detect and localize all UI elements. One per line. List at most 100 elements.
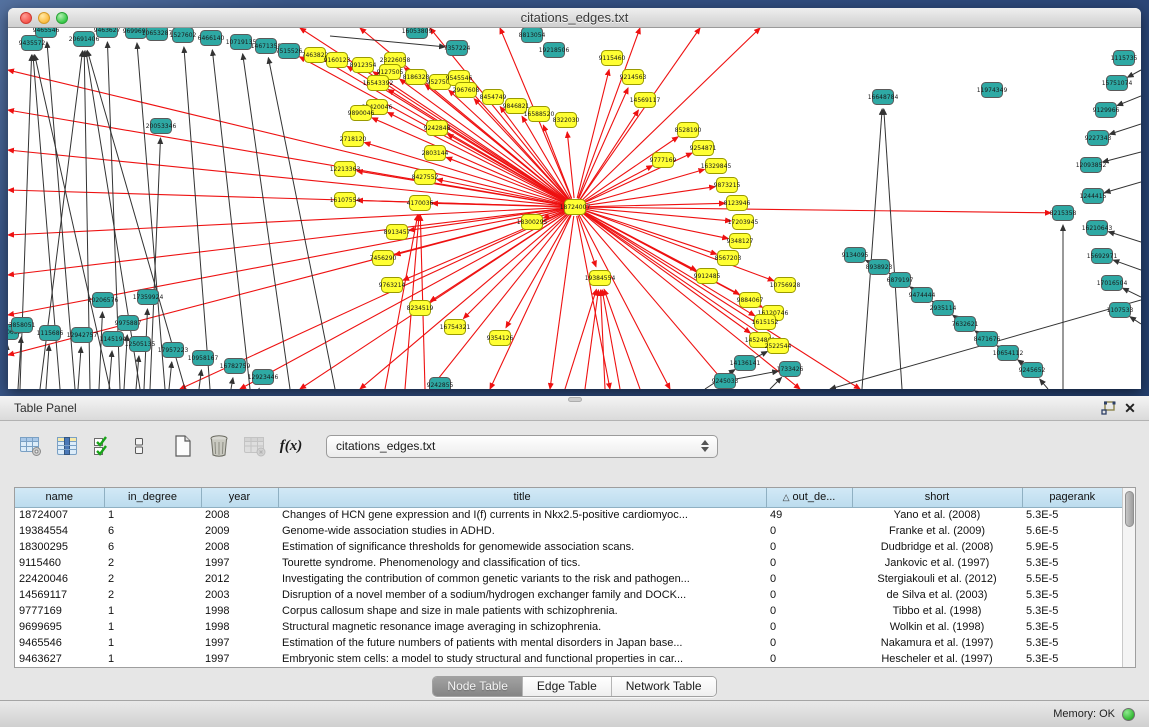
graph-node[interactable]: 9354126 [487,331,514,346]
table-settings-button[interactable] [16,432,46,460]
graph-node[interactable]: 8186328 [403,70,430,85]
graph-node[interactable]: 16754321 [440,320,471,335]
column-header-pagerank[interactable]: pagerank [1022,488,1122,507]
graph-node[interactable]: 16210643 [1082,221,1113,236]
graph-node[interactable]: 9160123 [324,53,351,68]
graph-node[interactable]: 9463627 [94,28,121,38]
graph-node[interactable]: 20053346 [146,119,177,134]
graph-node[interactable]: 9884067 [737,293,764,308]
graph-node[interactable]: 17359924 [133,290,164,305]
float-panel-icon[interactable] [1097,399,1119,417]
graph-node[interactable]: 19218506 [539,43,570,58]
graph-node[interactable]: 16648784 [868,90,899,105]
graph-node[interactable]: 1145194 [100,332,127,347]
close-panel-icon[interactable]: ✕ [1119,399,1141,417]
graph-node[interactable]: 15751074 [1102,76,1133,91]
graph-node[interactable]: 3858051 [9,318,36,333]
tab-edge-table[interactable]: Edge Table [522,677,611,696]
table-row[interactable]: 969969511998Structural magnetic resonanc… [15,619,1122,635]
graph-node[interactable]: 16329845 [701,159,732,174]
graph-node[interactable]: 8912354 [350,58,377,73]
graph-node[interactable]: 9777169 [650,153,677,168]
graph-node[interactable]: 9242855 [427,378,454,390]
graph-node[interactable]: 1244415 [1080,189,1107,204]
graph-node[interactable]: 8813054 [519,28,546,43]
table-row[interactable]: 911546021997Tourette syndrome. Phenomeno… [15,555,1122,571]
graph-node[interactable]: 7456290 [370,251,397,266]
select-rows-button[interactable] [88,432,118,460]
graph-node[interactable]: 1115686 [37,326,64,341]
graph-node[interactable]: 17203945 [728,215,759,230]
graph-node[interactable]: 1733426 [777,362,804,377]
row-height-button[interactable] [124,432,154,460]
graph-node[interactable]: 7357224 [444,41,471,56]
table-row[interactable]: 2242004622012Investigating the contribut… [15,571,1122,587]
graph-node[interactable]: 2522544 [765,339,792,354]
column-header-year[interactable]: year [201,488,278,507]
graph-node[interactable]: 8528190 [675,123,702,138]
graph-node[interactable]: 1527602 [170,28,197,43]
show-column-button[interactable] [52,432,82,460]
graph-node[interactable]: 9245033 [712,374,739,389]
network-canvas[interactable]: 1872400794355729465546206914069463627969… [8,28,1141,389]
graph-node[interactable]: 9254871 [690,141,717,156]
table-row[interactable]: 1456911722003Disruption of a novel membe… [15,587,1122,603]
graph-node[interactable]: 8322030 [553,113,580,128]
graph-node[interactable]: 16107554 [330,193,361,208]
graph-node[interactable]: 9474444 [909,288,936,303]
table-row[interactable]: 1830029562008Estimation of significance … [15,539,1122,555]
graph-node[interactable]: 9227343 [1085,131,1112,146]
graph-node[interactable]: 9129966 [1093,103,1120,118]
graph-node[interactable]: 8913457 [384,225,411,240]
graph-node[interactable]: 9912485 [694,269,721,284]
graph-node[interactable]: 9242848 [424,121,451,136]
graph-node[interactable]: 9890046 [348,106,375,121]
graph-node[interactable]: 16053809 [402,28,433,39]
network-view-window[interactable]: citations_edges.txt 18724007943557294655… [8,8,1141,389]
graph-node[interactable]: 8427552 [412,170,439,185]
graph-node[interactable]: 12213363 [330,162,361,177]
table-row[interactable]: 977716911998Corpus callosum shape and si… [15,603,1122,619]
graph-node[interactable]: 10653287 [142,28,173,41]
graph-node[interactable]: 12505135 [125,337,156,352]
table-scrollbar[interactable] [1122,488,1135,667]
graph-node[interactable]: 8123946 [724,196,751,211]
graph-node[interactable]: 11974349 [977,83,1008,98]
delete-table-button[interactable] [204,432,234,460]
network-window-titlebar[interactable]: citations_edges.txt [8,8,1141,28]
graph-node[interactable]: 6466140 [198,31,225,46]
graph-node[interactable]: 2935114 [930,301,957,316]
graph-node[interactable]: 9465546 [33,28,60,38]
graph-node[interactable]: 15692971 [1087,249,1118,264]
column-header-title[interactable]: title [278,488,766,507]
graph-node[interactable]: 4170036 [407,196,434,211]
graph-node[interactable]: 1115735 [1111,51,1138,66]
tab-network-table[interactable]: Network Table [611,677,716,696]
graph-node[interactable]: 8215358 [1050,206,1077,221]
table-scrollbar-thumb[interactable] [1125,491,1134,527]
graph-node[interactable]: 9873215 [714,178,741,193]
column-header-out_de[interactable]: △out_de... [766,488,852,507]
panel-resize-handle[interactable] [568,397,582,402]
graph-node[interactable]: 9214563 [620,70,647,85]
graph-node[interactable]: 7632621 [952,317,979,332]
column-header-in_degree[interactable]: in_degree [104,488,201,507]
graph-node[interactable]: 8471676 [974,332,1001,347]
table-row[interactable]: 1938455462009Genome-wide association stu… [15,523,1122,539]
table-row[interactable]: 946362711997Embryonic stem cells: a mode… [15,651,1122,667]
graph-node[interactable]: 10958167 [188,351,219,366]
graph-node[interactable]: 8938923 [866,260,893,275]
graph-node[interactable]: 8567203 [715,251,742,266]
graph-node[interactable]: 16782759 [220,359,251,374]
import-table-button[interactable] [240,432,270,460]
column-header-short[interactable]: short [852,488,1022,507]
graph-node[interactable]: 1615152 [752,315,779,330]
graph-node[interactable]: 2967608 [453,83,480,98]
graph-node[interactable]: 12093852 [1076,158,1107,173]
graph-node[interactable]: 1107533 [1107,303,1134,318]
graph-node[interactable]: 6879197 [887,273,914,288]
graph-node[interactable]: 10654112 [993,346,1024,361]
graph-node[interactable]: 7515526 [276,44,303,59]
graph-node[interactable]: 9134095 [842,248,869,263]
new-table-button[interactable] [168,432,198,460]
